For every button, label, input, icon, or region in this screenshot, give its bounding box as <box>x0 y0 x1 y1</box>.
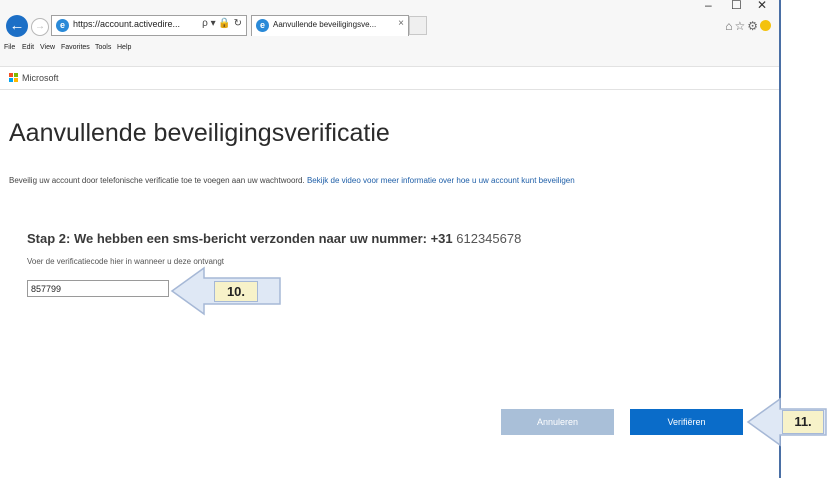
description: Beveilig uw account door telefonische ve… <box>9 175 754 187</box>
menu-tools[interactable]: Tools <box>95 44 111 51</box>
verification-code-input[interactable] <box>27 280 169 297</box>
microsoft-logo-icon <box>9 73 19 83</box>
forward-arrow-icon[interactable]: → <box>31 18 49 36</box>
star-icon[interactable]: ☆ <box>734 19 747 33</box>
tab-ie-icon: e <box>256 19 269 32</box>
phone-number: 612345678 <box>456 231 522 246</box>
browser-chrome: ← → e https://account.activedire... ρ ▾ … <box>0 0 779 67</box>
microsoft-header: Microsoft <box>0 66 779 90</box>
microsoft-label: Microsoft <box>22 73 59 83</box>
toolbar-icons: ⌂☆⚙ <box>725 19 771 33</box>
step-text: Stap 2: We hebben een sms-bericht verzon… <box>27 231 457 246</box>
close-icon[interactable]: ✕ <box>757 0 767 12</box>
url-text: https://account.activedire... <box>73 19 181 29</box>
callout-10: 10. <box>170 266 282 316</box>
description-text: Beveilig uw account door telefonische ve… <box>9 176 305 185</box>
ie-icon: e <box>56 19 69 32</box>
maximize-icon[interactable]: ☐ <box>731 0 742 12</box>
code-hint: Voer de verificatiecode hier in wanneer … <box>27 257 225 266</box>
address-row: ← → e https://account.activedire... ρ ▾ … <box>0 0 779 44</box>
search-lock-refresh-icons[interactable]: ρ ▾ 🔒 ↻ <box>202 18 242 29</box>
callout-11: 11. <box>746 397 828 447</box>
new-tab-button[interactable] <box>409 16 427 35</box>
menu-file[interactable]: File <box>4 44 15 51</box>
browser-window: ← → e https://account.activedire... ρ ▾ … <box>0 0 781 478</box>
page-title: Aanvullende beveiligingsverificatie <box>9 119 390 147</box>
window-controls: – ☐ ✕ <box>695 0 775 14</box>
tab-close-icon[interactable]: × <box>398 18 404 29</box>
step-heading: Stap 2: We hebben een sms-bericht verzon… <box>27 231 521 246</box>
back-arrow-icon[interactable]: ← <box>6 15 28 37</box>
menu-view[interactable]: View <box>40 44 55 51</box>
video-link[interactable]: Bekijk de video voor meer informatie ove… <box>307 176 575 185</box>
menu-bar: File Edit View Favorites Tools Help <box>0 44 779 56</box>
menu-edit[interactable]: Edit <box>22 44 34 51</box>
callout-label-11: 11. <box>782 410 824 434</box>
menu-favorites[interactable]: Favorites <box>61 44 90 51</box>
verify-button[interactable]: Verifiëren <box>630 409 743 435</box>
tab-active[interactable]: e Aanvullende beveiligingsve... × <box>251 15 409 36</box>
callout-label-10: 10. <box>214 281 258 302</box>
menu-help[interactable]: Help <box>117 44 131 51</box>
address-bar[interactable]: e https://account.activedire... ρ ▾ 🔒 ↻ <box>51 15 247 36</box>
gear-icon[interactable]: ⚙ <box>747 19 760 33</box>
feedback-smiley-icon[interactable] <box>760 20 771 31</box>
cancel-button[interactable]: Annuleren <box>501 409 614 435</box>
tab-title: Aanvullende beveiligingsve... <box>273 20 377 29</box>
minimize-icon[interactable]: – <box>705 0 712 12</box>
